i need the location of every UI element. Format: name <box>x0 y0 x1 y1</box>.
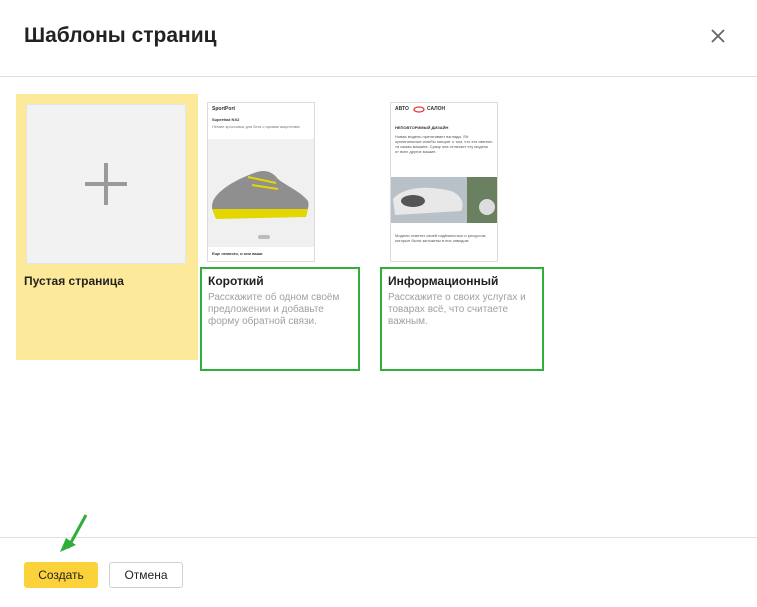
template-preview-info[interactable]: АВТО САЛОН НЕПОВТОРИМЫЙ ДИЗАЙН Новая мод… <box>390 102 498 262</box>
template-card-blank[interactable]: Пустая страница <box>16 94 198 360</box>
template-label-info: Информационный <box>388 274 499 288</box>
sneaker-image <box>208 139 314 247</box>
preview-body: Новая модель притягивает взгляды. Её ори… <box>395 134 493 154</box>
template-label-short: Короткий <box>208 274 264 288</box>
preview-footer: Модели отметят своей надёжностью и ресур… <box>395 233 487 243</box>
plus-icon <box>85 163 127 205</box>
preview-heading: Superfast NX2 <box>212 117 240 122</box>
preview-brand-right: САЛОН <box>427 106 446 112</box>
blank-thumbnail <box>26 104 186 264</box>
close-icon[interactable] <box>706 24 730 48</box>
car-logo-icon <box>413 106 425 113</box>
template-desc-info: Расскажите о своих услугах и товарах всё… <box>388 292 526 327</box>
template-preview-short[interactable]: SportPort Superfast NX2 Легкие кроссовки… <box>207 102 315 262</box>
cancel-button[interactable]: Отмена <box>109 562 183 588</box>
preview-subtext: Легкие кроссовки для бега с яркими акцен… <box>212 124 300 129</box>
green-arrow-icon <box>60 514 88 552</box>
preview-brand-left: АВТО <box>395 106 409 112</box>
preview-brand: SportPort <box>212 106 236 112</box>
footer-divider <box>0 537 757 538</box>
dialog-header: Шаблоны страниц <box>0 0 757 77</box>
car-image <box>391 177 497 223</box>
template-label-blank: Пустая страница <box>24 274 124 288</box>
template-card-short[interactable]: Короткий Расскажите об одном своём предл… <box>200 267 360 371</box>
template-card-info[interactable]: Информационный Расскажите о своих услуга… <box>380 267 544 371</box>
dialog-title: Шаблоны страниц <box>24 24 217 47</box>
preview-heading: НЕПОВТОРИМЫЙ ДИЗАЙН <box>395 125 449 130</box>
preview-footer: Еще немного, и они ваши <box>212 251 263 256</box>
create-button[interactable]: Создать <box>24 562 98 588</box>
template-desc-short: Расскажите об одном своём предложении и … <box>208 292 340 327</box>
